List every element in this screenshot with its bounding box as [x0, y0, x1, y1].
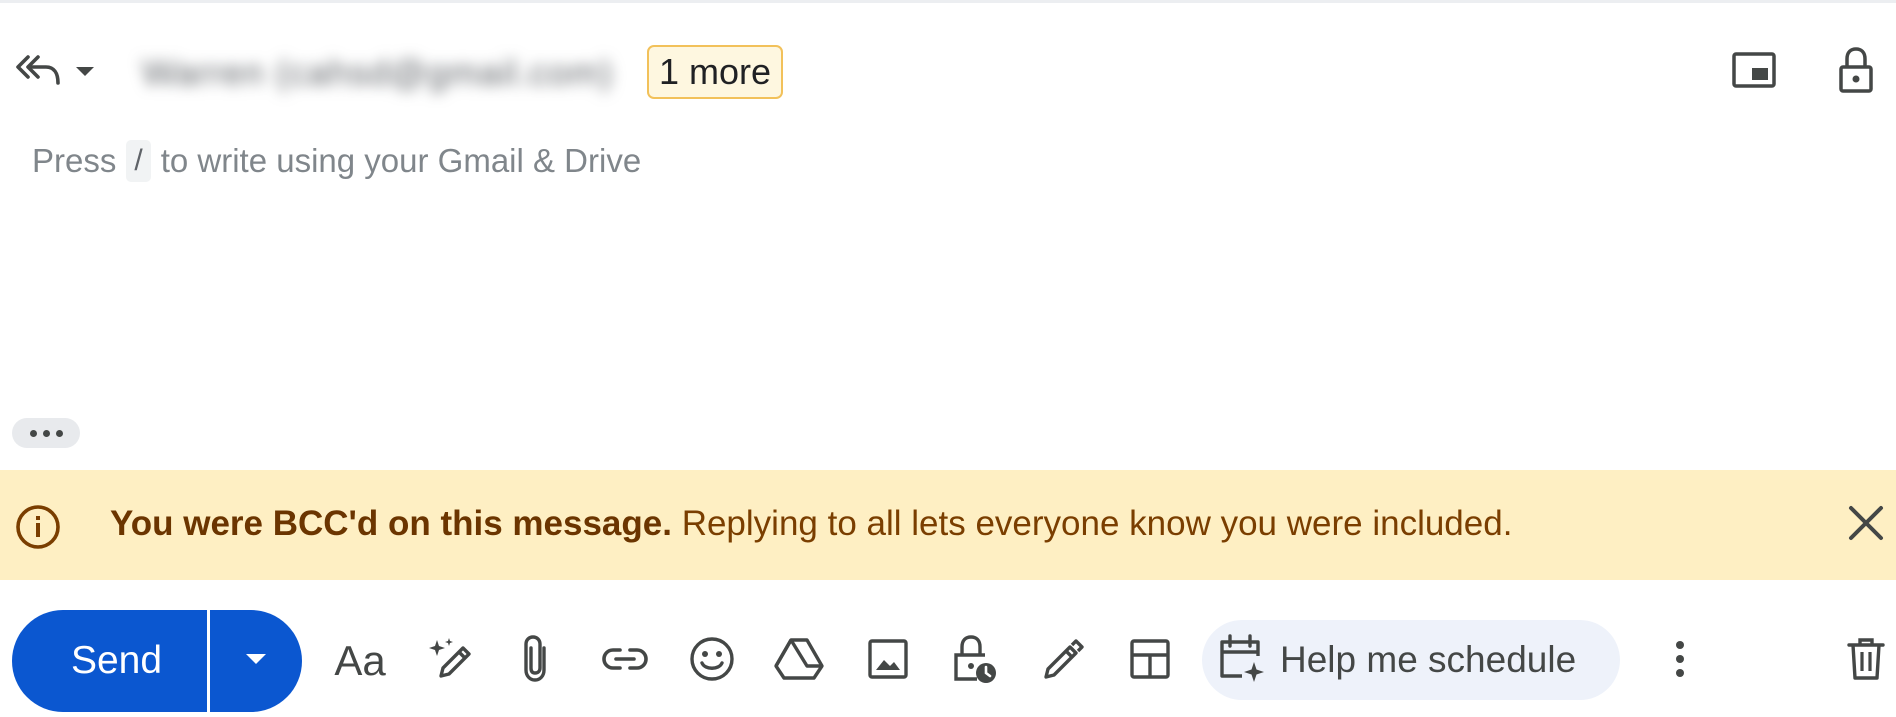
message-body[interactable]: Press / to write using your Gmail & Driv… — [32, 140, 1852, 370]
reply-type-button[interactable] — [14, 48, 114, 94]
dot — [55, 429, 63, 437]
compose-header: Warren (cahsd@gmail.com) 1 more — [0, 30, 1896, 114]
chevron-down-icon — [243, 650, 269, 673]
chevron-down-icon — [72, 61, 98, 81]
trash-icon — [1846, 636, 1886, 687]
confidential-mode-icon — [951, 633, 997, 690]
formatting-options-button[interactable]: Aa — [332, 633, 388, 689]
send-button-group: Send — [12, 610, 302, 712]
show-trimmed-content-button[interactable] — [12, 418, 80, 448]
help-me-schedule-button[interactable]: Help me schedule — [1202, 620, 1620, 700]
signature-icon — [1038, 635, 1086, 688]
layouts-button[interactable] — [1122, 633, 1178, 689]
close-icon — [1846, 503, 1886, 548]
insert-signature-button[interactable] — [1034, 633, 1090, 689]
lock-icon — [1837, 45, 1875, 100]
reply-all-icon — [14, 49, 62, 93]
insert-from-drive-button[interactable] — [771, 633, 827, 689]
pop-out-icon — [1731, 51, 1777, 94]
more-options-button[interactable] — [1652, 633, 1708, 689]
hint-after: to write using your Gmail & Drive — [160, 142, 642, 179]
recipients-field[interactable]: Warren (cahsd@gmail.com) — [142, 46, 613, 100]
bcc-warning-banner: You were BCC'd on this message. Replying… — [0, 470, 1896, 580]
send-options-button[interactable] — [210, 610, 302, 712]
hint-before: Press — [32, 142, 117, 179]
hint-key: / — [126, 140, 151, 182]
recipient-chip[interactable]: Warren (cahsd@gmail.com) — [142, 52, 613, 94]
send-button[interactable]: Send — [12, 610, 210, 712]
insert-photo-button[interactable] — [860, 633, 916, 689]
attach-icon — [516, 634, 556, 689]
discard-draft-button[interactable] — [1838, 633, 1894, 689]
emoji-icon — [688, 635, 736, 688]
confidential-mode-button[interactable] — [946, 633, 1002, 689]
pop-out-button[interactable] — [1726, 44, 1782, 100]
dot — [29, 429, 37, 437]
layout-icon — [1128, 637, 1172, 686]
compose-toolbar: Send Aa Help me schedule — [0, 610, 1896, 712]
help-me-schedule-label: Help me schedule — [1280, 639, 1577, 680]
sparkle-pen-icon — [427, 634, 477, 689]
attach-files-button[interactable] — [508, 633, 564, 689]
more-recipients-chip[interactable]: 1 more — [647, 45, 784, 99]
formatting-icon: Aa — [334, 637, 386, 684]
info-icon — [14, 503, 62, 556]
banner-body-text: Replying to all lets everyone know you w… — [671, 504, 1513, 543]
dot — [42, 429, 50, 437]
drive-icon — [773, 636, 825, 687]
link-icon — [600, 644, 650, 679]
help-me-write-button[interactable] — [424, 633, 480, 689]
insert-emoji-button[interactable] — [684, 633, 740, 689]
lock-button[interactable] — [1828, 44, 1884, 100]
insert-link-button[interactable] — [597, 633, 653, 689]
top-divider — [0, 0, 1896, 3]
banner-bold-text: You were BCC'd on this message. — [110, 504, 672, 543]
dismiss-banner-button[interactable] — [1842, 501, 1890, 549]
banner-message: You were BCC'd on this message. Replying… — [110, 500, 1512, 548]
image-icon — [866, 637, 910, 686]
more-vert-icon — [1674, 639, 1686, 684]
calendar-sparkle-icon — [1216, 632, 1266, 689]
body-placeholder: Press / to write using your Gmail & Driv… — [32, 140, 1852, 182]
